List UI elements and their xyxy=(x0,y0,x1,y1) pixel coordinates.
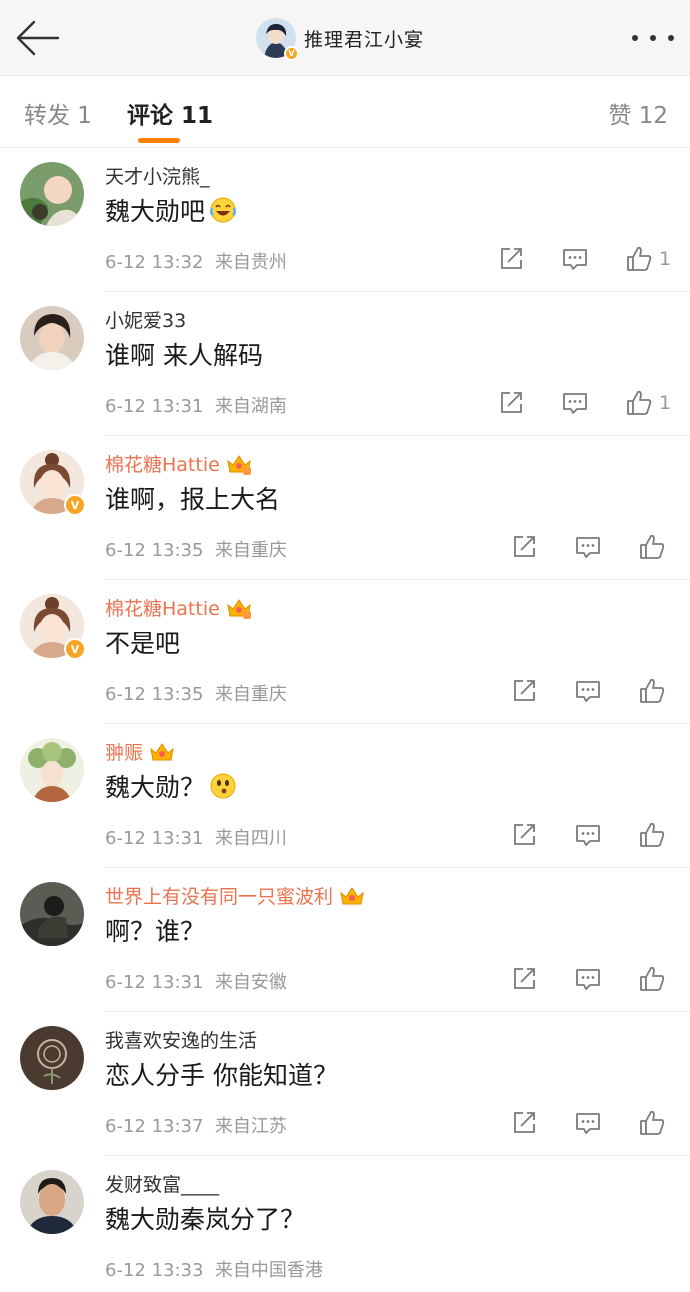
comment-meta: 6-12 13:33 来自中国香港 xyxy=(105,1260,323,1281)
thumbs-up-icon xyxy=(625,245,653,273)
thumbs-up-icon xyxy=(638,677,666,705)
thumbs-up-icon xyxy=(638,821,666,849)
comment-text: 不是吧 xyxy=(105,629,181,658)
avatar[interactable] xyxy=(20,1170,84,1234)
tab-bar: 转发 1 评论 11 赞 12 xyxy=(0,76,690,148)
username[interactable]: 小妮爱33 xyxy=(105,306,186,333)
avatar[interactable] xyxy=(20,306,84,370)
share-icon[interactable] xyxy=(511,1108,537,1138)
comment-text: 谁啊 来人解码 xyxy=(105,341,263,370)
vip-crown-icon xyxy=(339,885,365,907)
tab-repost[interactable]: 转发 1 xyxy=(24,96,92,130)
comment-item: 天才小浣熊_ 魏大勋吧 6-12 13:32 来自贵州 1 xyxy=(0,148,690,292)
comment-icon[interactable] xyxy=(575,964,601,994)
comment-meta: 6-12 13:37 来自江苏 xyxy=(105,1116,287,1137)
comment-item: V 棉花糖Hattie 谁啊，报上大名 6-12 13:35 来自重庆 xyxy=(0,436,690,580)
post-author[interactable]: V 推理君江小宴 xyxy=(256,18,425,61)
smirk-emoji-icon xyxy=(209,772,237,800)
comment-icon[interactable] xyxy=(562,388,588,418)
vip-crown-icon xyxy=(226,597,252,619)
username[interactable]: 发财致富____ xyxy=(105,1170,219,1197)
comment-meta: 6-12 13:31 来自湖南 xyxy=(105,396,287,417)
page-title: 推理君江小宴 xyxy=(304,28,425,51)
avatar[interactable] xyxy=(20,882,84,946)
like-button[interactable] xyxy=(638,1108,666,1138)
thumbs-up-icon xyxy=(625,389,653,417)
username[interactable]: 世界上有没有同一只蜜波利 xyxy=(105,882,365,909)
username[interactable]: 棉花糖Hattie xyxy=(105,594,252,621)
comment-meta: 6-12 13:35 来自重庆 xyxy=(105,684,287,705)
share-icon[interactable] xyxy=(511,532,537,562)
username[interactable]: 天才小浣熊_ xyxy=(105,162,210,189)
comment-meta: 6-12 13:35 来自重庆 xyxy=(105,540,287,561)
top-bar: V 推理君江小宴 xyxy=(0,0,690,76)
thumbs-up-icon xyxy=(638,1109,666,1137)
comment-meta: 6-12 13:32 来自贵州 xyxy=(105,252,287,273)
vip-crown-icon xyxy=(149,741,175,763)
comment-text: 恋人分手 你能知道？ xyxy=(105,1061,338,1090)
avatar[interactable] xyxy=(20,738,84,802)
like-button[interactable]: 1 xyxy=(625,388,671,418)
comment-icon[interactable] xyxy=(575,820,601,850)
vip-crown-icon xyxy=(226,453,252,475)
comment-text: 啊？谁？ xyxy=(105,917,206,946)
like-button[interactable] xyxy=(638,964,666,994)
author-avatar[interactable]: V xyxy=(256,18,299,61)
username[interactable]: 翀赈 xyxy=(105,738,175,765)
like-button[interactable] xyxy=(638,532,666,562)
comment-text: 谁啊，报上大名 xyxy=(105,485,281,514)
username[interactable]: 棉花糖Hattie xyxy=(105,450,252,477)
avatar[interactable]: V xyxy=(20,594,86,660)
tab-likes[interactable]: 赞 12 xyxy=(608,96,668,130)
comment-icon[interactable] xyxy=(575,532,601,562)
share-icon[interactable] xyxy=(511,676,537,706)
comment-item: 我喜欢安逸的生活 恋人分手 你能知道？ 6-12 13:37 来自江苏 xyxy=(0,1012,690,1156)
like-button[interactable] xyxy=(638,820,666,850)
like-button[interactable] xyxy=(638,676,666,706)
share-icon[interactable] xyxy=(498,388,524,418)
comment-item: V 棉花糖Hattie 不是吧 6-12 13:35 来自重庆 xyxy=(0,580,690,724)
comment-text: 魏大勋吧 xyxy=(105,192,237,228)
share-icon[interactable] xyxy=(511,964,537,994)
share-icon[interactable] xyxy=(511,820,537,850)
comment-item: 小妮爱33 谁啊 来人解码 6-12 13:31 来自湖南 1 xyxy=(0,292,690,436)
avatar[interactable] xyxy=(20,162,84,226)
avatar[interactable] xyxy=(20,1026,84,1090)
thumbs-up-icon xyxy=(638,533,666,561)
tab-comments[interactable]: 评论 11 xyxy=(127,96,213,130)
comment-item: 世界上有没有同一只蜜波利 啊？谁？ 6-12 13:31 来自安徽 xyxy=(0,868,690,1012)
comment-icon[interactable] xyxy=(575,676,601,706)
verified-badge-icon: V xyxy=(64,494,86,516)
laughing-tears-emoji-icon xyxy=(209,196,237,224)
like-button[interactable]: 1 xyxy=(625,244,671,274)
comment-text: 魏大勋？ xyxy=(105,768,237,804)
active-tab-indicator xyxy=(138,138,180,143)
comment-meta: 6-12 13:31 来自安徽 xyxy=(105,972,287,993)
thumbs-up-icon xyxy=(638,965,666,993)
comment-meta: 6-12 13:31 来自四川 xyxy=(105,828,287,849)
more-options-icon[interactable] xyxy=(632,32,674,44)
comment-text: 魏大勋秦岚分了？ xyxy=(105,1205,306,1234)
avatar[interactable]: V xyxy=(20,450,86,516)
like-count: 1 xyxy=(659,392,672,414)
share-icon[interactable] xyxy=(498,244,524,274)
verified-badge-icon: V xyxy=(64,638,86,660)
back-arrow-icon[interactable] xyxy=(14,18,60,58)
username[interactable]: 我喜欢安逸的生活 xyxy=(105,1026,257,1053)
comment-icon[interactable] xyxy=(575,1108,601,1138)
comment-item: 翀赈 魏大勋？ 6-12 13:31 来自四川 xyxy=(0,724,690,868)
verified-badge-icon: V xyxy=(284,46,299,61)
like-count: 1 xyxy=(659,248,672,270)
comment-icon[interactable] xyxy=(562,244,588,274)
comment-item: 发财致富____ 魏大勋秦岚分了？ 6-12 13:33 来自中国香港 xyxy=(0,1156,690,1292)
